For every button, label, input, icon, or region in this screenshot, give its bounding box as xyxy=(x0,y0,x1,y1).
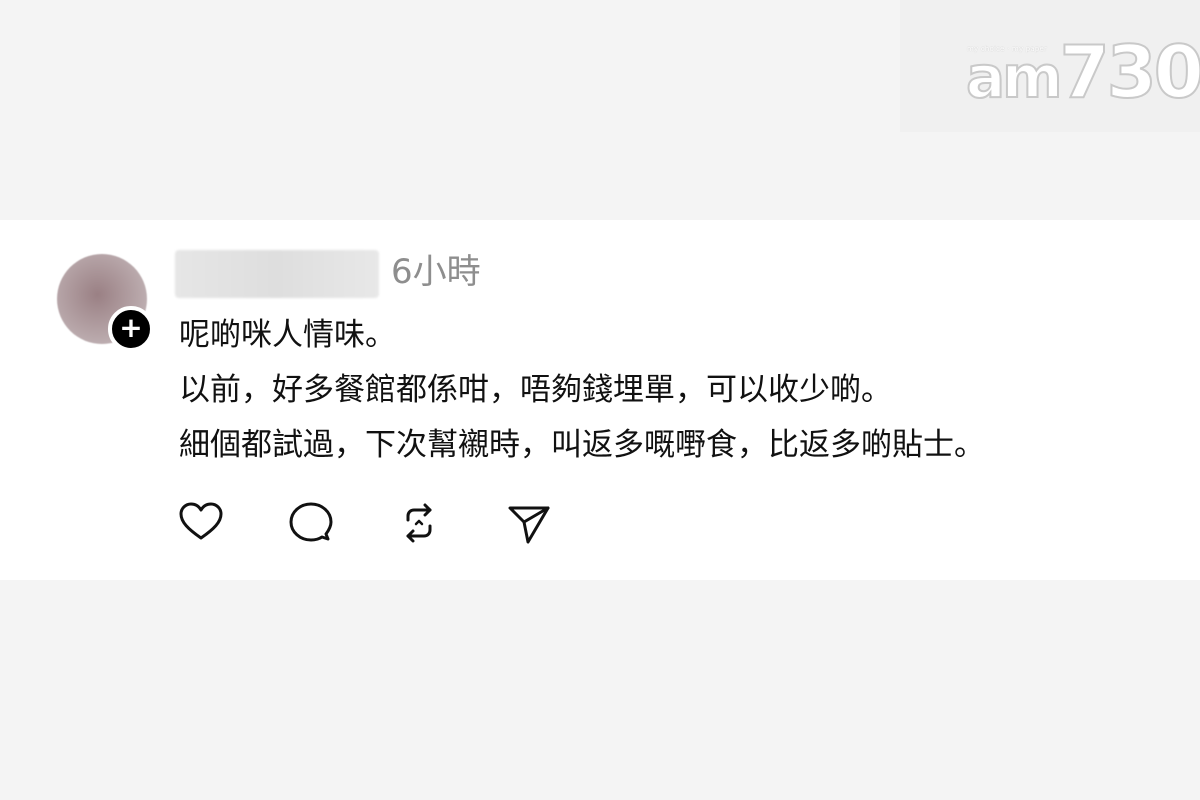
logo-number: 730 xyxy=(1059,30,1200,114)
am730-logo: am730 xyxy=(965,35,1200,113)
share-button[interactable] xyxy=(506,500,552,546)
post-text-line: 以前，好多餐館都係咁，唔夠錢埋單，可以收少啲。 xyxy=(179,372,892,408)
follow-plus-button[interactable]: + xyxy=(108,306,154,352)
post-text-line: 呢啲咪人情味。 xyxy=(179,317,396,353)
heart-icon xyxy=(179,502,223,540)
comment-icon xyxy=(289,502,333,542)
send-icon xyxy=(508,506,550,544)
post-content: 呢啲咪人情味。 以前，好多餐館都係咁，唔夠錢埋單，可以收少啲。 細個都試過，下次… xyxy=(179,308,1169,473)
post-timestamp: 6小時 xyxy=(391,252,481,292)
username-redacted[interactable] xyxy=(175,250,379,298)
repost-icon xyxy=(406,503,432,543)
comment-button[interactable] xyxy=(288,500,334,546)
like-button[interactable] xyxy=(178,500,224,546)
repost-button[interactable] xyxy=(396,500,442,546)
logo-prefix: am xyxy=(965,42,1064,112)
post-text-line: 細個都試過，下次幫襯時，叫返多嘅嘢食，比返多啲貼士。 xyxy=(179,427,985,463)
post-card: + 6小時 呢啲咪人情味。 以前，好多餐館都係咁，唔夠錢埋單，可以收少啲。 細個… xyxy=(0,220,1200,580)
page: my choice · my paper am730 + 6小時 呢啲咪人情味。… xyxy=(0,0,1200,800)
